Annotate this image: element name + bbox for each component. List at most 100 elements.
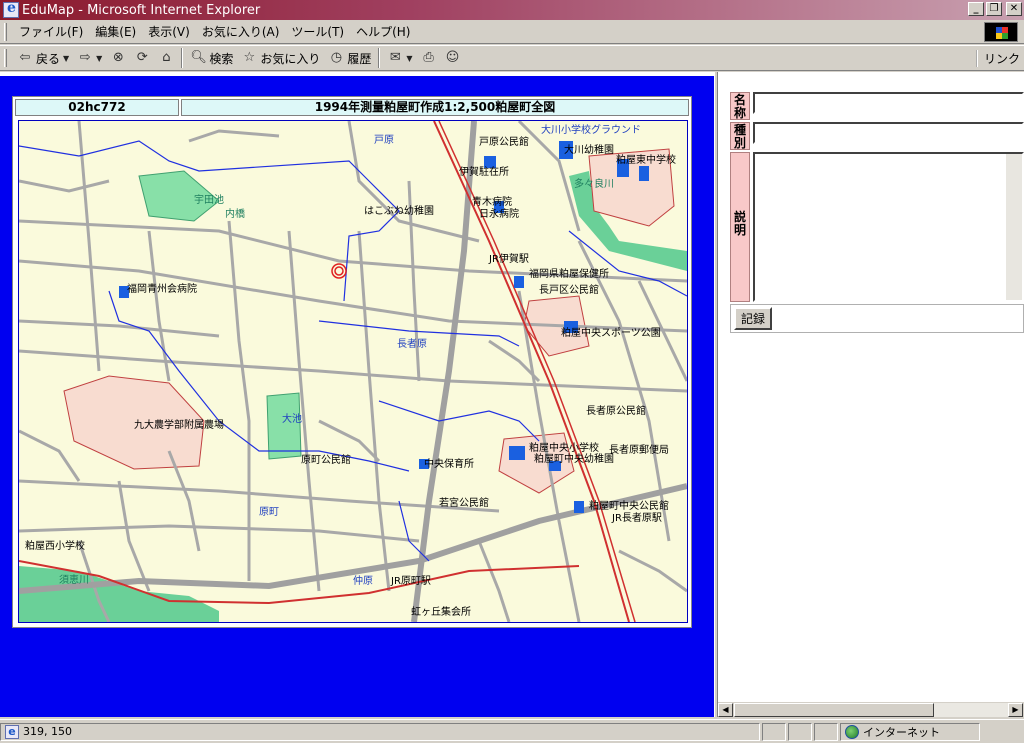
back-dropdown-icon[interactable]: ▼ — [63, 54, 69, 63]
window-title: EduMap - Microsoft Internet Explorer — [22, 2, 261, 18]
toolbar: ⇦ 戻る ▼ ⇨ ▼ ⊗ ⟳ ⌂ 🔍︎ 検索 ☆ お気に入り ◷ 履歴 ✉ ▼ … — [0, 45, 1024, 71]
record-button[interactable]: 記録 — [734, 307, 773, 330]
horizontal-scrollbar[interactable]: ◀ ▶ — [718, 701, 1024, 717]
map-label: 粕屋中央小学校 — [529, 441, 599, 454]
map-label: 長者原 — [397, 338, 427, 350]
page-icon: e — [5, 724, 19, 739]
menu-bar: ファイル(F) 編集(E) 表示(V) お気に入り(A) ツール(T) ヘルプ(… — [0, 20, 1024, 44]
favorites-icon: ☆ — [243, 50, 256, 65]
name-row: 名称 — [730, 92, 1024, 120]
minimize-button[interactable]: _ — [968, 2, 984, 16]
map-label: 長者原郵便局 — [609, 443, 669, 456]
messenger-button[interactable]: ☺ — [441, 47, 465, 69]
record-form: 名称 種別 説明 記録 — [730, 92, 1024, 333]
street — [618, 549, 687, 593]
status-cell — [814, 722, 838, 741]
history-label: 履歴 — [347, 51, 372, 66]
ie-icon — [3, 0, 19, 18]
back-button[interactable]: ⇦ 戻る ▼ — [13, 47, 73, 69]
map-id: 02hc772 — [15, 99, 179, 116]
status-text-area: e 319, 150 — [0, 722, 760, 741]
street — [147, 230, 171, 382]
map-label: 粕屋東中学校 — [616, 153, 676, 166]
map-label: JR長者原駅 — [611, 512, 662, 524]
windows-logo-icon — [984, 22, 1018, 42]
menu-edit[interactable]: 編集(E) — [89, 23, 142, 40]
street — [19, 429, 81, 482]
map-label: 中央保育所 — [424, 457, 474, 470]
links-button[interactable]: リンク — [975, 50, 1020, 67]
status-coords: 319, 150 — [23, 725, 72, 738]
street — [19, 524, 420, 543]
map-label: 若宮公民館 — [439, 496, 489, 509]
back-arrow-icon: ⇦ — [19, 50, 31, 65]
name-input[interactable] — [753, 92, 1024, 114]
close-button[interactable]: ✕ — [1006, 2, 1022, 16]
map-label: JR原町駅 — [390, 575, 431, 587]
globe-icon — [845, 724, 859, 739]
search-icon: 🔍︎ — [190, 50, 207, 65]
home-button[interactable]: ⌂ — [154, 47, 178, 69]
status-cell — [762, 722, 786, 741]
history-button[interactable]: ◷ 履歴 — [324, 47, 375, 69]
map-label: 内橋 — [225, 207, 245, 220]
mail-dropdown-icon[interactable]: ▼ — [406, 54, 412, 63]
search-button[interactable]: 🔍︎ 検索 — [186, 47, 237, 69]
print-button[interactable]: ⎙ — [417, 47, 441, 69]
map-label: 大川幼稚園 — [564, 143, 614, 156]
map-label: 長戸区公民館 — [539, 283, 599, 296]
refresh-icon: ⟳ — [136, 50, 148, 65]
map-title: 1994年測量粕屋町作成1:2,500粕屋町全図 — [181, 99, 689, 116]
menu-help[interactable]: ヘルプ(H) — [350, 23, 416, 40]
map-label: 虹ヶ丘集会所 — [411, 605, 471, 618]
submit-row: 記録 — [730, 304, 1024, 333]
location-marker-icon[interactable] — [331, 263, 347, 279]
desc-row: 説明 — [730, 152, 1024, 302]
scroll-thumb[interactable] — [734, 703, 934, 717]
status-bar: e 319, 150 インターネット — [0, 719, 1024, 743]
menu-tools[interactable]: ツール(T) — [285, 23, 350, 40]
map-panel: 02hc772 1994年測量粕屋町作成1:2,500粕屋町全図 戸原 戸原公民… — [12, 96, 692, 628]
menu-grip — [4, 22, 7, 41]
favorites-button[interactable]: ☆ お気に入り — [237, 47, 324, 69]
desc-textarea[interactable] — [753, 152, 1024, 302]
maximize-button[interactable]: ❐ — [986, 2, 1002, 16]
type-input[interactable] — [753, 122, 1024, 144]
location-marker-inner — [334, 266, 344, 276]
forward-dropdown-icon[interactable]: ▼ — [96, 54, 102, 63]
map-label: 日永病院 — [479, 207, 519, 220]
scroll-right-icon[interactable]: ▶ — [1008, 703, 1023, 717]
map-label: はこぶね幼稚園 — [364, 204, 434, 217]
toolbar-grip — [4, 49, 7, 67]
menu-view[interactable]: 表示(V) — [142, 23, 196, 40]
street — [77, 121, 101, 372]
content-area: 02hc772 1994年測量粕屋町作成1:2,500粕屋町全図 戸原 戸原公民… — [0, 72, 1024, 717]
back-label: 戻る — [36, 51, 61, 66]
map-view[interactable]: 戸原 戸原公民館 大川小学校グラウンド 大川幼稚園 粕屋東中学校 伊賀駐在所 宇… — [18, 120, 688, 623]
menu-file[interactable]: ファイル(F) — [13, 23, 89, 40]
form-frame: 名称 種別 説明 記録 ◀ ▶ — [718, 72, 1024, 717]
home-icon: ⌂ — [162, 50, 171, 65]
toolbar-separator — [181, 48, 184, 68]
forward-button[interactable]: ⇨ ▼ — [73, 47, 106, 69]
river-area — [19, 566, 219, 622]
map-header: 02hc772 1994年測量粕屋町作成1:2,500粕屋町全図 — [15, 99, 689, 116]
refresh-button[interactable]: ⟳ — [130, 47, 154, 69]
map-label: 戸原 — [374, 134, 394, 146]
scroll-left-icon[interactable]: ◀ — [718, 703, 733, 717]
map-label: 伊賀駐在所 — [459, 165, 509, 178]
map-label: 仲原 — [353, 574, 373, 587]
zone-label: インターネット — [863, 725, 940, 739]
stop-button[interactable]: ⊗ — [106, 47, 130, 69]
favorites-label: お気に入り — [260, 51, 321, 66]
park-area — [266, 392, 302, 460]
mail-icon: ✉ — [389, 50, 401, 65]
map-svg[interactable]: 戸原 戸原公民館 大川小学校グラウンド 大川幼稚園 粕屋東中学校 伊賀駐在所 宇… — [19, 121, 687, 622]
mail-button[interactable]: ✉ ▼ — [383, 47, 416, 69]
map-label: JR伊賀駅 — [488, 253, 529, 265]
textarea-scrollbar[interactable] — [1006, 154, 1022, 300]
scroll-track[interactable] — [934, 703, 1008, 717]
menu-favorites[interactable]: お気に入り(A) — [196, 23, 286, 40]
search-label: 検索 — [209, 51, 234, 66]
boundary-line — [378, 400, 540, 442]
